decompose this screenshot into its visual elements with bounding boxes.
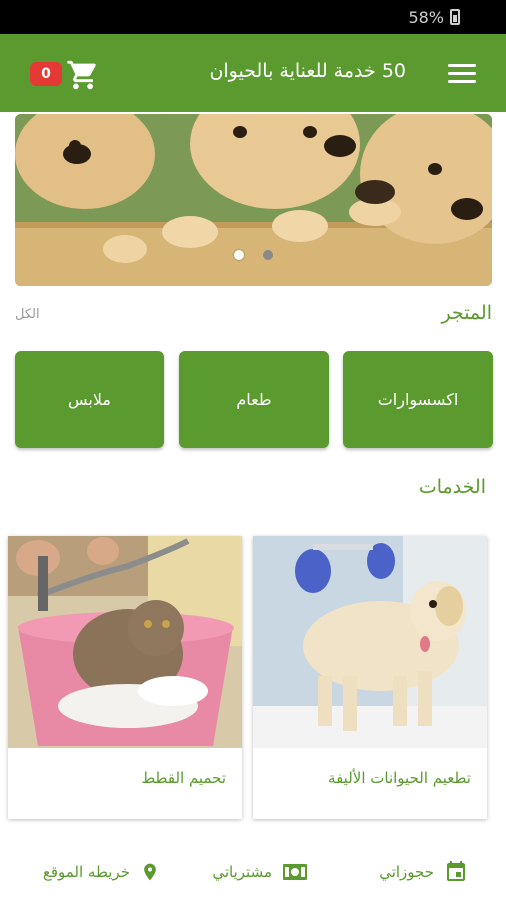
carousel-dot-active[interactable] (234, 250, 244, 260)
bottom-navigation: حجوزاتي مشترياتي خريطه الموقع (0, 840, 506, 900)
nav-site-map[interactable]: خريطه الموقع (43, 858, 160, 886)
service-card-cat-bathing[interactable]: تحميم القطط (8, 536, 242, 819)
nav-my-bookings[interactable]: حجوزاتي (379, 858, 468, 886)
promo-banner[interactable] (15, 114, 492, 286)
cart-count-badge: 0 (30, 62, 62, 86)
money-icon (283, 864, 307, 880)
cat-bathing-photo (8, 536, 242, 748)
nav-label: حجوزاتي (379, 863, 434, 881)
service-card-label: تطعيم الحيوانات الأليفة (328, 769, 471, 787)
app-bar: 50 خدمة للعناية بالحيوان 0 (0, 34, 506, 112)
battery-percentage: 58% (408, 8, 444, 27)
cart-button[interactable]: 0 (30, 58, 100, 92)
location-pin-icon (144, 863, 156, 881)
services-section-title: الخدمات (418, 476, 486, 498)
nav-my-purchases[interactable]: مشترياتي (212, 858, 308, 886)
carousel-dot[interactable] (263, 250, 273, 260)
hamburger-menu-icon[interactable] (448, 64, 476, 84)
category-food-button[interactable]: طعام (179, 351, 329, 448)
category-clothes-button[interactable]: ملابس (15, 351, 164, 448)
service-card-vaccination[interactable]: تطعيم الحيوانات الأليفة (253, 536, 487, 819)
app-title: 50 خدمة للعناية بالحيوان (209, 60, 406, 82)
see-all-link[interactable]: الكل (15, 307, 40, 322)
category-accessories-button[interactable]: اكسسوارات (343, 351, 493, 448)
shopping-cart-icon (67, 60, 96, 90)
status-bar: 58% (0, 0, 506, 34)
puppies-image (15, 114, 492, 286)
store-section-title: المتجر (441, 302, 492, 324)
service-card-label: تحميم القطط (141, 769, 226, 787)
dog-vaccination-photo (253, 536, 487, 748)
nav-label: خريطه الموقع (42, 863, 130, 881)
calendar-icon (447, 861, 465, 881)
battery-icon (450, 9, 460, 25)
nav-label: مشترياتي (212, 863, 272, 881)
